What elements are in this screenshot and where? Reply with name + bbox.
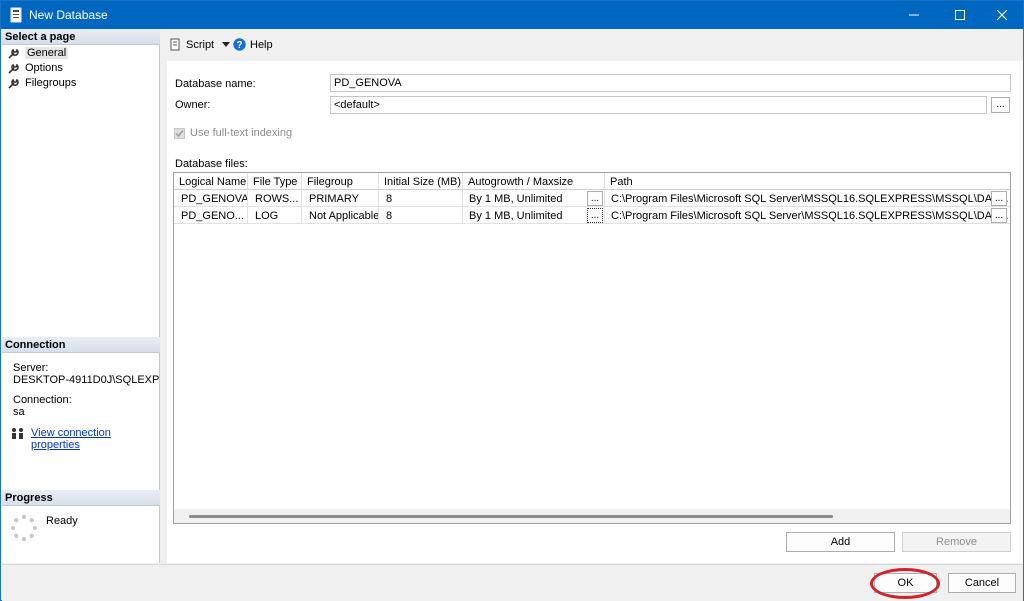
col-logical-name[interactable]: Logical Name — [174, 173, 248, 190]
page-general[interactable]: General — [7, 46, 69, 60]
help-icon: ? — [233, 38, 246, 51]
col-file-type[interactable]: File Type — [248, 173, 302, 190]
progress-spinner-icon — [10, 514, 38, 542]
col-filegroup[interactable]: Filegroup — [302, 173, 379, 190]
database-files-label: Database files: — [175, 158, 248, 170]
path-browse-button[interactable]: ... — [991, 191, 1007, 206]
script-label: Script — [186, 38, 215, 51]
cell-filegroup[interactable]: PRIMARY — [302, 190, 379, 207]
chevron-down-icon — [222, 42, 231, 47]
fulltext-checkbox[interactable] — [174, 128, 185, 139]
col-initial-size[interactable]: Initial Size (MB) — [379, 173, 463, 190]
cell-filegroup[interactable]: Not Applicable — [302, 207, 379, 224]
close-button[interactable] — [979, 1, 1024, 29]
table-row[interactable]: PD_GENO... LOG Not Applicable 8 By 1 MB,… — [174, 207, 1010, 224]
title-bar: New Database — [1, 1, 1023, 29]
cell-file-type[interactable]: ROWS... — [248, 190, 302, 207]
database-name-input[interactable] — [330, 74, 1011, 92]
connection-label: Connection: — [13, 394, 72, 406]
script-button[interactable]: Script — [169, 38, 231, 51]
page-options-label: Options — [25, 62, 63, 74]
wrench-icon — [8, 63, 19, 74]
col-autogrowth[interactable]: Autogrowth / Maxsize — [463, 173, 605, 190]
server-value: DESKTOP-4911D0J\SQLEXPRESS — [13, 374, 160, 386]
cell-autogrowth[interactable]: By 1 MB, Unlimited — [463, 207, 605, 224]
maximize-icon — [955, 10, 965, 20]
help-label: Help — [250, 38, 273, 51]
select-page-header: Select a page — [2, 29, 160, 45]
table-row[interactable]: PD_GENOVA ROWS... PRIMARY 8 By 1 MB, Unl… — [174, 190, 1010, 207]
help-button[interactable]: ? Help — [233, 38, 273, 51]
page-filegroups[interactable]: Filegroups — [7, 76, 76, 90]
owner-label: Owner: — [175, 99, 211, 111]
add-button[interactable]: Add — [786, 532, 895, 552]
new-database-window: New Database Select a page General Optio… — [0, 0, 1024, 601]
minimize-button[interactable] — [891, 1, 937, 29]
ok-highlight-ring — [870, 568, 940, 599]
cell-logical-name[interactable]: PD_GENO... — [174, 207, 248, 224]
connection-header: Connection — [2, 337, 160, 353]
cell-initial-size[interactable]: 8 — [379, 207, 463, 224]
script-icon — [170, 38, 180, 51]
database-name-label: Database name: — [175, 78, 256, 90]
progress-status: Ready — [46, 515, 78, 527]
database-files-grid: Logical Name File Type Filegroup Initial… — [173, 172, 1011, 524]
close-icon — [997, 10, 1007, 20]
cell-logical-name[interactable]: PD_GENOVA — [174, 190, 248, 207]
checkmark-icon — [175, 130, 184, 138]
page-filegroups-label: Filegroups — [25, 77, 77, 89]
connection-value: sa — [13, 406, 25, 418]
wrench-icon — [8, 78, 19, 89]
horizontal-scrollbar[interactable] — [174, 509, 1010, 523]
page-general-label: General — [25, 47, 69, 59]
scrollbar-thumb[interactable] — [189, 515, 833, 518]
database-app-icon — [10, 7, 22, 23]
view-connection-properties-link[interactable]: View connection properties — [31, 427, 159, 451]
grid-header-row: Logical Name File Type Filegroup Initial… — [174, 173, 1010, 190]
autogrowth-browse-button[interactable]: ... — [587, 208, 603, 223]
fulltext-label: Use full-text indexing — [190, 127, 293, 139]
owner-browse-button[interactable]: ... — [991, 97, 1010, 113]
minimize-icon — [909, 14, 919, 16]
cancel-button[interactable]: Cancel — [948, 573, 1016, 593]
autogrowth-browse-button[interactable]: ... — [587, 191, 603, 206]
cell-initial-size[interactable]: 8 — [379, 190, 463, 207]
page-options[interactable]: Options — [7, 61, 63, 75]
cell-autogrowth[interactable]: By 1 MB, Unlimited — [463, 190, 605, 207]
cell-path[interactable]: C:\Program Files\Microsoft SQL Server\MS… — [605, 207, 1010, 224]
remove-button[interactable]: Remove — [902, 532, 1011, 552]
svg-text:?: ? — [236, 40, 242, 51]
maximize-button[interactable] — [937, 1, 983, 29]
cell-path[interactable]: C:\Program Files\Microsoft SQL Server\MS… — [605, 190, 1010, 207]
path-browse-button[interactable]: ... — [991, 208, 1007, 223]
cell-file-type[interactable]: LOG — [248, 207, 302, 224]
window-title: New Database — [29, 8, 108, 22]
progress-header: Progress — [2, 490, 160, 506]
server-label: Server: — [13, 362, 49, 374]
col-path[interactable]: Path — [605, 173, 1010, 190]
toolbar: Script ? Help — [161, 29, 1023, 61]
owner-input[interactable] — [330, 96, 987, 114]
connection-properties-icon — [12, 428, 23, 439]
left-pane: Select a page General Options Filegroups… — [2, 29, 160, 563]
wrench-icon — [8, 48, 19, 59]
